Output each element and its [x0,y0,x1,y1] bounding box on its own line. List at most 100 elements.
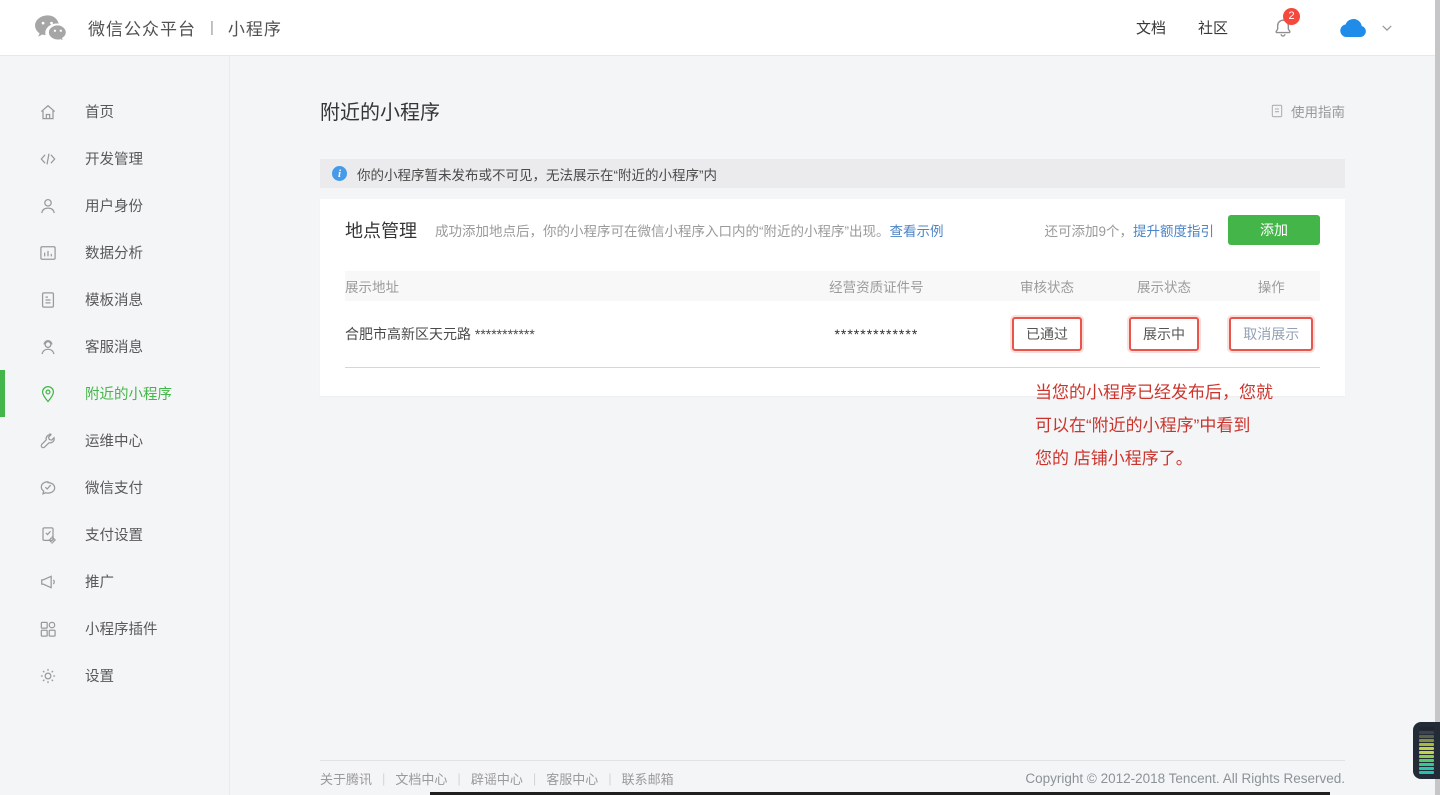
code-icon [38,149,58,169]
payment-settings-icon [38,525,58,545]
footer-link-about[interactable]: 关于腾讯 [320,769,372,788]
nav-docs-link[interactable]: 文档 [1136,17,1166,38]
sidebar-item-label: 首页 [85,101,114,122]
annotation-text: 当您的小程序已经发布后，您就 可以在“附近的小程序”中看到 您的 店铺小程序了。 [1035,376,1365,475]
location-management-panel: 地点管理 成功添加地点后，你的小程序可在微信小程序入口内的“附近的小程序”出现。… [320,199,1345,396]
footer: 关于腾讯 | 文档中心 | 辟谣中心 | 客服中心 | 联系邮箱 Copyright ©… [320,760,1345,795]
wrench-icon [38,431,58,451]
panel-description-text: 成功添加地点后，你的小程序可在微信小程序入口内的“附近的小程序”出现。 [435,224,890,239]
sidebar-item-label: 开发管理 [85,148,143,169]
main-content: 附近的小程序 使用指南 i 你的小程序暂未发布或不可见，无法展示在“附近的小程序… [230,56,1440,795]
sidebar-item-label: 模板消息 [85,289,143,310]
cancel-display-link[interactable]: 取消展示 [1243,326,1299,342]
top-header: 微信公众平台 | 小程序 文档 社区 2 [0,0,1440,56]
notice-text: 你的小程序暂未发布或不可见，无法展示在“附近的小程序”内 [357,164,717,184]
display-status-badge: 展示中 [1129,317,1199,351]
panel-description: 成功添加地点后，你的小程序可在微信小程序入口内的“附近的小程序”出现。查看示例 [435,220,944,240]
col-audit-status: 审核状态 [989,271,1106,301]
template-message-icon [38,290,58,310]
wechat-pay-icon [38,478,58,498]
bar-chart-icon [38,243,58,263]
quota-text: 还可添加9个， [1044,220,1133,240]
sidebar-item-customer-service[interactable]: 客服消息 [0,323,229,370]
sidebar-item-label: 支付设置 [85,524,143,545]
product-title: 小程序 [228,15,282,40]
locations-table: 展示地址 经营资质证件号 审核状态 展示状态 操作 合肥市高新区天元路 ****… [345,271,1320,368]
cell-license: ************* [764,301,988,367]
footer-separator: | [533,771,536,786]
sidebar-item-label: 设置 [85,665,114,686]
notification-bell-icon[interactable]: 2 [1272,17,1294,39]
sidebar-item-home[interactable]: 首页 [0,88,229,135]
sidebar-item-nearby-miniprogram[interactable]: 附近的小程序 [0,370,229,417]
brand-title: 微信公众平台 [88,15,196,40]
sidebar-item-label: 运维中心 [85,430,143,451]
user-icon [38,196,58,216]
annotation-line: 您的 店铺小程序了。 [1035,442,1365,475]
info-icon: i [332,166,347,181]
sidebar-item-label: 附近的小程序 [85,383,172,404]
quota-guide-link[interactable]: 提升额度指引 [1133,220,1214,240]
plugin-icon [38,619,58,639]
col-display-address: 展示地址 [345,271,764,301]
action-badge: 取消展示 [1229,317,1313,351]
audit-status-badge: 已通过 [1012,317,1082,351]
sidebar-item-dev-management[interactable]: 开发管理 [0,135,229,182]
footer-separator: | [608,771,611,786]
footer-link-support[interactable]: 客服中心 [546,769,598,788]
home-icon [38,102,58,122]
sidebar-item-label: 数据分析 [85,242,143,263]
col-license-number: 经营资质证件号 [764,271,988,301]
location-pin-icon [38,384,58,404]
sidebar-item-promotion[interactable]: 推广 [0,558,229,605]
vertical-scrollbar[interactable] [1435,0,1440,795]
example-link[interactable]: 查看示例 [890,224,944,239]
brand-divider: | [210,19,214,36]
sidebar-item-label: 用户身份 [85,195,143,216]
guide-link-label: 使用指南 [1291,101,1345,121]
sidebar-item-template-message[interactable]: 模板消息 [0,276,229,323]
copyright-text: Copyright © 2012-2018 Tencent. All Right… [1025,771,1345,786]
nav-community-link[interactable]: 社区 [1198,17,1228,38]
sidebar-item-analytics[interactable]: 数据分析 [0,229,229,276]
sidebar-item-user-identity[interactable]: 用户身份 [0,182,229,229]
footer-link-rumor[interactable]: 辟谣中心 [471,769,523,788]
sidebar-item-payment-settings[interactable]: 支付设置 [0,511,229,558]
footer-link-contact[interactable]: 联系邮箱 [622,769,674,788]
col-display-status: 展示状态 [1106,271,1223,301]
chevron-down-icon[interactable] [1380,21,1394,35]
cell-address: 合肥市高新区天元路 *********** [345,301,764,367]
sidebar-item-label: 推广 [85,571,114,592]
notification-badge: 2 [1283,8,1300,25]
annotation-line: 当您的小程序已经发布后，您就 [1035,376,1365,409]
sidebar-item-label: 客服消息 [85,336,143,357]
table-row: 合肥市高新区天元路 *********** ************* 已通过 … [345,301,1320,367]
add-button[interactable]: 添加 [1228,215,1320,245]
col-actions: 操作 [1223,271,1321,301]
document-icon [1269,103,1285,119]
sidebar: 首页 开发管理 用户身份 数据分析 模板消息 客服消息 附近的小程序 运维中心 [0,56,230,795]
footer-separator: | [382,771,385,786]
sidebar-item-plugins[interactable]: 小程序插件 [0,605,229,652]
sidebar-item-settings[interactable]: 设置 [0,652,229,699]
footer-separator: | [457,771,460,786]
megaphone-icon [38,572,58,592]
sidebar-item-label: 小程序插件 [85,618,158,639]
page-title: 附近的小程序 [320,96,440,125]
table-header-row: 展示地址 经营资质证件号 审核状态 展示状态 操作 [345,271,1320,301]
audit-status-text: 已通过 [1026,326,1068,342]
guide-link[interactable]: 使用指南 [1269,101,1345,121]
cloud-avatar[interactable] [1338,17,1368,38]
level-stripes [1419,726,1434,775]
gear-icon [38,666,58,686]
sidebar-item-wechat-pay[interactable]: 微信支付 [0,464,229,511]
footer-links: 关于腾讯 | 文档中心 | 辟谣中心 | 客服中心 | 联系邮箱 [320,769,674,788]
wechat-logo-icon [34,13,72,43]
sidebar-item-ops-center[interactable]: 运维中心 [0,417,229,464]
footer-link-docs[interactable]: 文档中心 [395,769,447,788]
audio-level-widget[interactable] [1413,722,1440,779]
sidebar-item-label: 微信支付 [85,477,143,498]
display-status-text: 展示中 [1143,326,1185,342]
notice-bar: i 你的小程序暂未发布或不可见，无法展示在“附近的小程序”内 [320,159,1345,188]
annotation-line: 可以在“附近的小程序”中看到 [1035,409,1365,442]
